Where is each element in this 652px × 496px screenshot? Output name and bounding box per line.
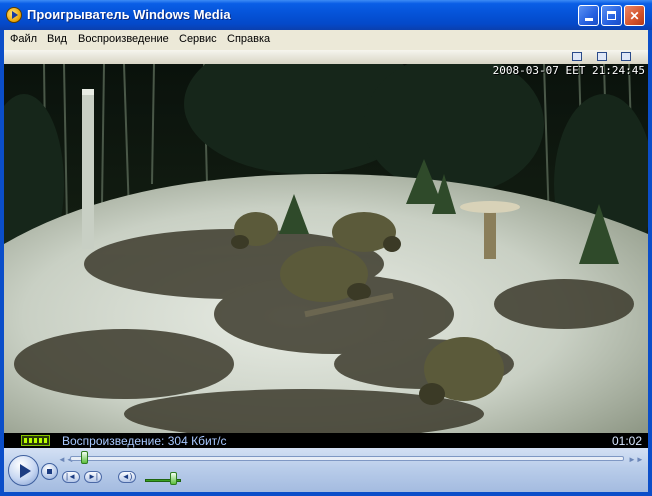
network-meter-icon <box>21 435 50 446</box>
maximize-button[interactable] <box>601 5 622 26</box>
next-button[interactable]: ►| <box>84 471 102 483</box>
seek-thumb[interactable] <box>80 451 88 464</box>
video-area[interactable]: 2008-03-07 EET 21:24:45 <box>4 64 648 433</box>
minimize-icon <box>584 18 593 21</box>
media-player-window: Проигрыватель Windows Media ✕ Файл Вид В… <box>0 0 652 496</box>
skin-mode-icon[interactable] <box>597 52 607 61</box>
compact-toolbar <box>4 50 648 64</box>
status-text: Воспроизведение: 304 Кбит/с <box>62 434 227 448</box>
playback-controls: ◄◄ ►► |◄ ►| ◄) <box>4 448 648 492</box>
seek-right-arrow-icon: ►► <box>628 455 644 464</box>
seek-bar[interactable] <box>70 456 624 461</box>
minimize-button[interactable] <box>578 5 599 26</box>
menu-tools[interactable]: Сервис <box>179 33 217 45</box>
menu-help[interactable]: Справка <box>227 33 270 45</box>
menu-playback[interactable]: Воспроизведение <box>78 33 169 45</box>
volume-thumb[interactable] <box>169 472 177 485</box>
video-frame-image <box>4 64 648 433</box>
mute-button[interactable]: ◄) <box>118 471 136 483</box>
video-timestamp-overlay: 2008-03-07 EET 21:24:45 <box>492 64 645 77</box>
menu-file[interactable]: Файл <box>10 33 37 45</box>
full-mode-icon[interactable] <box>572 52 582 61</box>
stop-button[interactable] <box>41 463 58 480</box>
close-icon: ✕ <box>629 8 640 23</box>
window-title: Проигрыватель Windows Media <box>27 7 231 22</box>
fullscreen-icon[interactable] <box>621 52 631 61</box>
maximize-icon <box>607 11 616 20</box>
next-icon: ►| <box>88 472 98 481</box>
previous-button[interactable]: |◄ <box>62 471 80 483</box>
previous-icon: |◄ <box>66 472 76 481</box>
menu-bar: Файл Вид Воспроизведение Сервис Справка <box>4 30 648 50</box>
close-button[interactable]: ✕ <box>624 5 645 26</box>
elapsed-time: 01:02 <box>611 434 642 448</box>
play-button[interactable] <box>8 455 39 486</box>
status-bar: Воспроизведение: 304 Кбит/с 01:02 <box>4 433 648 448</box>
mute-icon: ◄) <box>121 472 133 481</box>
title-bar[interactable]: Проигрыватель Windows Media ✕ <box>0 0 652 30</box>
app-icon[interactable] <box>6 7 22 23</box>
menu-view[interactable]: Вид <box>47 33 67 45</box>
